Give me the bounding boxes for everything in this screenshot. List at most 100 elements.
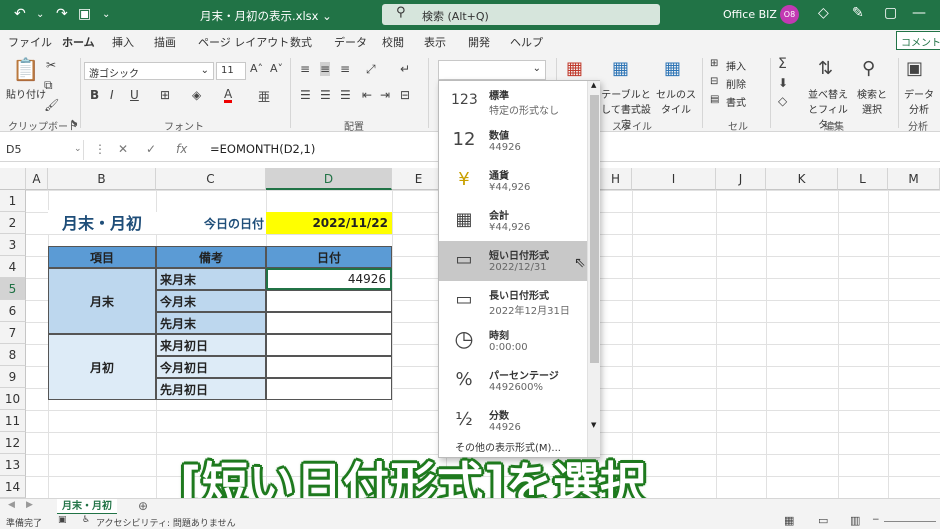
scroll-up-icon[interactable]: ▲: [591, 81, 596, 89]
row-header[interactable]: 5: [0, 278, 26, 300]
align-left-icon[interactable]: ☰: [300, 88, 311, 102]
format-option-accounting[interactable]: ▦ 会計 ¥44,926: [439, 201, 587, 241]
row-header[interactable]: 10: [0, 388, 26, 410]
cell-style-icon[interactable]: ▦: [664, 58, 681, 79]
bold-icon[interactable]: B: [90, 88, 99, 102]
tab-draw[interactable]: 描画: [154, 34, 176, 50]
format-cells-label[interactable]: 書式: [726, 94, 746, 109]
page-layout-view-icon[interactable]: ▭: [818, 514, 828, 527]
scroll-down-icon[interactable]: ▼: [591, 421, 596, 429]
row-header[interactable]: 6: [0, 300, 26, 322]
tab-page-layout[interactable]: ページ レイアウト: [198, 34, 289, 50]
row-header[interactable]: 9: [0, 366, 26, 388]
phonetic-icon[interactable]: 亜: [258, 88, 270, 105]
user-name[interactable]: Office BIZ: [723, 8, 777, 21]
align-right-icon[interactable]: ☰: [340, 88, 351, 102]
page-break-view-icon[interactable]: ▥: [850, 514, 860, 527]
find-select-icon[interactable]: ⚲: [862, 58, 875, 79]
sheet-title[interactable]: 月末・月初: [48, 210, 156, 234]
today-value[interactable]: 2022/11/22: [266, 212, 392, 234]
diamond-icon[interactable]: ◇: [818, 5, 829, 21]
avatar[interactable]: O8: [780, 5, 799, 24]
macro-record-icon[interactable]: ▣: [58, 515, 67, 525]
date-cell[interactable]: [266, 356, 392, 378]
date-cell-d5-selected[interactable]: 44926: [266, 268, 392, 290]
row-header[interactable]: 1: [0, 190, 26, 212]
note-cell[interactable]: 来月末: [156, 268, 266, 290]
font-name-combo[interactable]: 游ゴシック ⌄: [84, 62, 214, 80]
conditional-format-icon[interactable]: ▦: [566, 58, 583, 79]
tab-help[interactable]: ヘルプ: [510, 34, 543, 50]
format-option-currency[interactable]: ¥ 通貨 ¥44,926: [439, 161, 587, 201]
today-label[interactable]: 今日の日付: [156, 212, 266, 234]
find-select-label[interactable]: 検索と選択: [856, 86, 888, 116]
decrease-font-icon[interactable]: A˅: [270, 62, 283, 75]
merge-center-icon[interactable]: ⊟: [400, 88, 410, 102]
row-header[interactable]: 11: [0, 410, 26, 432]
clipboard-launcher-icon[interactable]: ⬊: [70, 118, 78, 129]
tab-data[interactable]: データ: [334, 34, 367, 50]
note-cell[interactable]: 先月初日: [156, 378, 266, 400]
row-header[interactable]: 3: [0, 234, 26, 256]
align-center-icon[interactable]: ☰: [320, 88, 331, 102]
format-option-fraction[interactable]: ½ 分数 44926: [439, 401, 587, 441]
note-cell[interactable]: 来月初日: [156, 334, 266, 356]
zoom-out-icon[interactable]: −: [872, 515, 880, 525]
insert-cells-label[interactable]: 挿入: [726, 58, 746, 73]
note-cell[interactable]: 今月初日: [156, 356, 266, 378]
comment-button[interactable]: コメント: [896, 31, 940, 50]
wrap-text-icon[interactable]: ↵: [400, 62, 410, 76]
date-cell[interactable]: [266, 312, 392, 334]
format-cells-icon[interactable]: ▤: [710, 94, 719, 105]
clear-icon[interactable]: ◇: [778, 94, 787, 108]
search-box[interactable]: ⚲ 検索 (Alt+Q): [382, 4, 660, 25]
header-date[interactable]: 日付: [266, 246, 392, 268]
normal-view-icon[interactable]: ▦: [784, 514, 794, 527]
undo-icon[interactable]: ↶: [14, 6, 26, 22]
indent-increase-icon[interactable]: ⇥: [380, 88, 390, 102]
border-icon[interactable]: ⊞: [160, 88, 170, 102]
date-cell[interactable]: [266, 334, 392, 356]
align-bottom-icon[interactable]: ≡: [340, 62, 350, 76]
date-cell[interactable]: [266, 290, 392, 312]
header-note[interactable]: 備考: [156, 246, 266, 268]
delete-cells-label[interactable]: 削除: [726, 76, 746, 91]
cell-style-label[interactable]: セルのスタイル: [656, 86, 696, 116]
sort-filter-icon[interactable]: ⇅: [818, 58, 833, 79]
autosum-icon[interactable]: Σ: [778, 56, 787, 72]
format-option-number[interactable]: 12 数値 44926: [439, 121, 587, 161]
pen-icon[interactable]: ✎: [852, 5, 864, 21]
column-header[interactable]: H: [600, 168, 632, 190]
row-header[interactable]: 4: [0, 256, 26, 278]
accessibility-status[interactable]: アクセシビリティ: 問題ありません: [96, 516, 236, 529]
scrollbar-thumb[interactable]: [590, 95, 599, 363]
column-header[interactable]: D: [266, 168, 392, 190]
column-header[interactable]: I: [632, 168, 716, 190]
tab-file[interactable]: ファイル: [8, 34, 52, 50]
date-cell[interactable]: [266, 378, 392, 400]
enter-icon[interactable]: ✓: [146, 142, 156, 156]
zoom-slider[interactable]: [884, 521, 936, 522]
row-header[interactable]: 7: [0, 322, 26, 344]
customize-qat-icon[interactable]: ⌄: [102, 9, 110, 20]
select-all-corner[interactable]: [0, 168, 26, 190]
format-painter-icon[interactable]: 🖌: [44, 98, 59, 112]
chevron-down-icon[interactable]: ⌄: [74, 144, 82, 154]
paste-icon[interactable]: 📋: [12, 58, 39, 83]
indent-decrease-icon[interactable]: ⇤: [362, 88, 372, 102]
delete-cells-icon[interactable]: ⊟: [710, 76, 718, 87]
column-header[interactable]: B: [48, 168, 156, 190]
column-header[interactable]: L: [838, 168, 888, 190]
format-option-long-date[interactable]: ▭ 長い日付形式 2022年12月31日: [439, 281, 587, 321]
column-header[interactable]: K: [766, 168, 838, 190]
save-icon[interactable]: ▣: [78, 6, 91, 22]
ribbon-display-icon[interactable]: ▢: [884, 5, 897, 21]
font-color-icon[interactable]: A: [224, 88, 233, 103]
sheet-tab[interactable]: 月末・月初: [57, 499, 117, 515]
name-box[interactable]: D5: [0, 140, 84, 160]
fill-icon[interactable]: ⬇: [778, 76, 788, 90]
row-header[interactable]: 2: [0, 212, 26, 234]
increase-font-icon[interactable]: A˄: [250, 62, 263, 75]
column-header[interactable]: M: [888, 168, 940, 190]
number-format-combo[interactable]: ⌄: [438, 60, 546, 80]
